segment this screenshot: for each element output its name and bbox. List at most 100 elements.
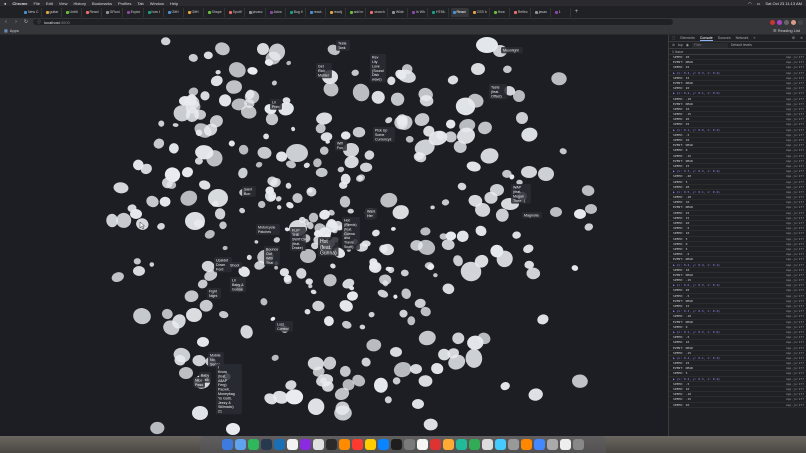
graph-node[interactable] <box>315 111 333 125</box>
graph-node[interactable] <box>257 43 269 55</box>
graph-node[interactable] <box>536 313 550 326</box>
graph-node[interactable] <box>417 329 437 347</box>
console-source-link[interactable]: App.js:177 <box>786 221 804 225</box>
graph-node[interactable] <box>291 126 296 132</box>
dock-app-icon[interactable] <box>547 439 558 450</box>
console-source-link[interactable]: App.js:177 <box>786 190 804 194</box>
graph-node[interactable] <box>445 119 456 129</box>
graph-node[interactable] <box>347 291 359 301</box>
kebab-menu-icon[interactable] <box>798 19 803 25</box>
console-source-link[interactable]: App.js:177 <box>786 211 804 215</box>
console-filter-input[interactable]: Filter <box>691 42 728 48</box>
graph-node[interactable] <box>130 209 142 219</box>
apple-icon[interactable]: ● <box>4 1 6 6</box>
battery-icon[interactable]: ▭ <box>757 1 761 6</box>
console-source-link[interactable]: App.js:177 <box>786 128 804 132</box>
graph-node[interactable] <box>384 116 393 125</box>
graph-node[interactable] <box>418 375 433 387</box>
context-select[interactable]: top <box>678 43 683 47</box>
graph-node[interactable] <box>384 395 393 404</box>
graph-node-label[interactable]: WifiFun <box>335 140 347 151</box>
dock-app-icon[interactable] <box>352 439 363 450</box>
graph-node[interactable] <box>392 376 401 385</box>
extension-icon[interactable] <box>770 19 775 25</box>
graph-node[interactable] <box>522 243 535 254</box>
graph-node[interactable] <box>340 131 351 140</box>
browser-tab[interactable]: Untitl <box>64 7 82 17</box>
console-source-link[interactable]: App.js:177 <box>786 143 804 147</box>
graph-node[interactable] <box>465 348 483 368</box>
browser-tab[interactable]: Adva <box>268 7 286 17</box>
clear-console-icon[interactable]: ⊘ <box>672 43 675 47</box>
console-source-link[interactable]: App.js:177 <box>786 231 804 235</box>
graph-node[interactable] <box>291 192 304 204</box>
graph-node[interactable] <box>474 224 489 238</box>
graph-node[interactable] <box>520 126 539 143</box>
graph-node[interactable] <box>254 240 259 244</box>
graph-node[interactable] <box>179 96 191 106</box>
graph-node-label[interactable]: LilPrim <box>270 99 282 110</box>
graph-node[interactable] <box>179 367 193 379</box>
graph-node[interactable] <box>527 387 544 402</box>
dock-app-icon[interactable] <box>560 439 571 450</box>
browser-tab[interactable]: Bug fi <box>288 7 306 17</box>
graph-node[interactable] <box>192 406 208 420</box>
browser-tab[interactable]: 1 <box>553 7 571 17</box>
console-source-link[interactable]: App.js:177 <box>786 294 804 298</box>
dock-app-icon[interactable] <box>417 439 428 450</box>
console-source-link[interactable]: App.js:177 <box>786 180 804 184</box>
browser-tab[interactable]: guitar <box>44 7 62 17</box>
console-source-link[interactable]: App.js:177 <box>786 263 804 267</box>
graph-node-label[interactable]: IKnow(feat.A$APFerg)Pacwit,MoneybagYo Go… <box>216 364 242 415</box>
console-source-link[interactable]: App.js:177 <box>786 257 804 261</box>
graph-node[interactable] <box>276 205 282 210</box>
graph-node[interactable] <box>276 151 288 162</box>
graph-node[interactable] <box>347 208 354 214</box>
console-source-link[interactable]: App.js:177 <box>786 97 804 101</box>
menu-item[interactable]: Help <box>170 1 178 6</box>
console-source-link[interactable]: App.js:177 <box>786 387 804 391</box>
graph-node[interactable] <box>444 130 458 143</box>
dock-app-icon[interactable] <box>300 439 311 450</box>
devtools-tab-active[interactable]: Console <box>699 36 713 41</box>
browser-tab[interactable]: GitH <box>166 7 184 17</box>
console-source-link[interactable]: App.js:177 <box>786 205 804 209</box>
graph-node[interactable] <box>455 229 469 243</box>
graph-node[interactable] <box>197 337 209 347</box>
console-source-link[interactable]: App.js:177 <box>786 309 804 313</box>
address-bar[interactable]: ⓘ localhost:3000 <box>33 19 673 25</box>
graph-node[interactable] <box>180 166 194 179</box>
graph-node-label[interactable]: Shoot <box>228 262 242 269</box>
graph-node[interactable] <box>270 316 276 322</box>
graph-node[interactable] <box>304 308 311 315</box>
console-source-link[interactable]: App.js:177 <box>786 55 804 59</box>
graph-node[interactable] <box>323 273 338 287</box>
graph-node[interactable] <box>110 271 125 284</box>
graph-node[interactable] <box>339 195 351 208</box>
browser-tab[interactable]: React <box>450 7 469 17</box>
console-source-link[interactable]: App.js:177 <box>786 242 804 246</box>
graph-node[interactable] <box>303 162 311 169</box>
levels-select[interactable]: Default levels <box>731 43 752 47</box>
graph-node[interactable] <box>363 149 376 162</box>
console-source-link[interactable]: App.js:177 <box>786 185 804 189</box>
graph-node-label[interactable]: Taste(feat.Offset) <box>489 84 507 100</box>
browser-tab[interactable]: Wide <box>390 7 408 17</box>
browser-tab[interactable]: GitH <box>186 7 204 17</box>
graph-node-label[interactable]: LilBaby &Gunna <box>230 277 246 293</box>
browser-tab[interactable]: javas <box>533 7 551 17</box>
console-source-link[interactable]: App.js:177 <box>786 86 804 90</box>
graph-node[interactable] <box>420 227 431 236</box>
console-message[interactable]: SPEED: 20 App.js:177 <box>669 403 806 408</box>
graph-node[interactable] <box>391 226 396 231</box>
graph-node-label[interactable]: LostControl <box>275 321 293 332</box>
graph-node[interactable] <box>400 269 409 277</box>
graph-node[interactable] <box>156 222 166 231</box>
graph-node[interactable] <box>198 179 212 191</box>
graph-node[interactable] <box>218 94 232 107</box>
dock-app-icon[interactable] <box>443 439 454 450</box>
graph-node[interactable] <box>430 362 444 376</box>
browser-tab[interactable]: react- <box>308 7 326 17</box>
browser-tab[interactable]: In Wh <box>410 7 428 17</box>
graph-node[interactable] <box>286 60 292 66</box>
